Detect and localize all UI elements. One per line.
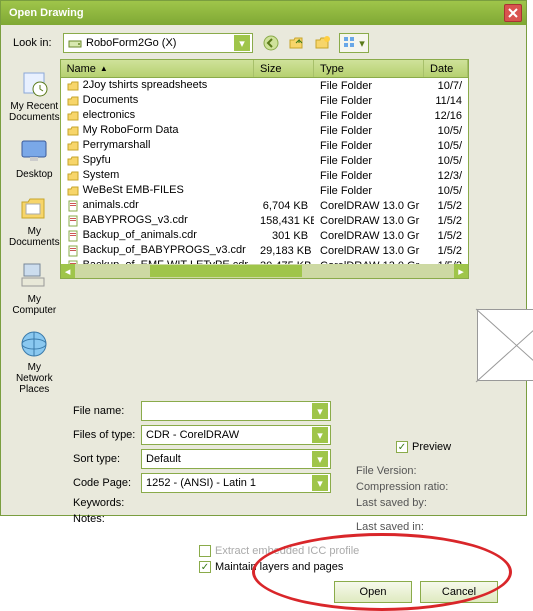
- codepage-combo[interactable]: 1252 - (ANSI) - Latin 1▾: [141, 473, 331, 493]
- back-button[interactable]: [261, 33, 281, 53]
- titlebar[interactable]: Open Drawing: [1, 1, 526, 25]
- file-icon: [67, 200, 79, 212]
- lookin-label: Look in:: [9, 37, 63, 49]
- table-row[interactable]: BABYPROGS_v3.cdr158,431 KBCorelDRAW 13.0…: [61, 213, 468, 228]
- table-row[interactable]: DocumentsFile Folder11/14: [61, 93, 468, 108]
- filetype-combo[interactable]: CDR - CorelDRAW▾: [141, 425, 331, 445]
- filename-label: File name:: [73, 405, 141, 417]
- sort-combo[interactable]: Default▾: [141, 449, 331, 469]
- table-row[interactable]: electronicsFile Folder12/16: [61, 108, 468, 123]
- chevron-down-icon: ▾: [359, 37, 365, 50]
- documents-icon: [18, 192, 50, 224]
- sort-label: Sort type:: [73, 453, 141, 465]
- places-bar: My Recent Documents Desktop My Documents…: [9, 59, 60, 395]
- table-row[interactable]: PerrymarshallFile Folder10/5/: [61, 138, 468, 153]
- filetype-label: Files of type:: [73, 429, 141, 441]
- chevron-down-icon: ▾: [234, 35, 250, 51]
- compression-label: Compression ratio:: [356, 481, 518, 493]
- chevron-down-icon: ▾: [312, 451, 328, 467]
- folder-icon: [67, 80, 79, 92]
- recent-icon: [18, 67, 50, 99]
- table-row[interactable]: SystemFile Folder12/3/: [61, 168, 468, 183]
- fileversion-label: File Version:: [356, 465, 518, 477]
- open-button[interactable]: Open: [334, 581, 412, 603]
- column-headers[interactable]: Name▲ Size Type Date: [61, 60, 468, 78]
- col-name[interactable]: Name▲: [61, 60, 254, 77]
- open-drawing-dialog: Open Drawing Look in: RoboForm2Go (X) ▾: [0, 0, 527, 516]
- lookin-value: RoboForm2Go (X): [86, 37, 234, 49]
- table-row[interactable]: Backup_of_BABYPROGS_v3.cdr29,183 KBCorel…: [61, 243, 468, 258]
- folder-up-icon: [289, 35, 305, 51]
- folder-icon: [67, 110, 79, 122]
- notes-label: Notes:: [73, 513, 141, 525]
- preview-label: Preview: [412, 441, 451, 453]
- drive-icon: [68, 36, 82, 50]
- up-button[interactable]: [287, 33, 307, 53]
- preview-pane: [477, 309, 533, 381]
- close-button[interactable]: [504, 4, 522, 22]
- place-mydocs[interactable]: My Documents: [9, 192, 60, 248]
- maintain-layers-label: Maintain layers and pages: [215, 561, 343, 573]
- place-desktop[interactable]: Desktop: [16, 135, 53, 180]
- network-icon: [18, 328, 50, 360]
- lookin-combo[interactable]: RoboForm2Go (X) ▾: [63, 33, 253, 53]
- file-list[interactable]: Name▲ Size Type Date 2Joy tshirts spread…: [60, 59, 469, 279]
- cancel-button[interactable]: Cancel: [420, 581, 498, 603]
- folder-icon: [67, 155, 79, 167]
- col-date[interactable]: Date: [424, 60, 468, 77]
- chevron-down-icon: ▾: [312, 403, 328, 419]
- scroll-thumb[interactable]: [150, 265, 302, 277]
- table-row[interactable]: Backup_of_animals.cdr301 KBCorelDRAW 13.…: [61, 228, 468, 243]
- preview-checkbox[interactable]: ✓: [396, 441, 408, 453]
- table-row[interactable]: WeBeSt EMB-FILESFile Folder10/5/: [61, 183, 468, 198]
- file-icon: [67, 215, 79, 227]
- table-row[interactable]: animals.cdr6,704 KBCorelDRAW 13.0 Gr1/5/…: [61, 198, 468, 213]
- chevron-down-icon: ▾: [312, 475, 328, 491]
- folder-icon: [67, 125, 79, 137]
- codepage-label: Code Page:: [73, 477, 141, 489]
- col-type[interactable]: Type: [314, 60, 424, 77]
- table-row[interactable]: My RoboForm DataFile Folder10/5/: [61, 123, 468, 138]
- lastsavedin-label: Last saved in:: [356, 521, 518, 533]
- view-menu-button[interactable]: ▾: [339, 33, 369, 53]
- folder-icon: [67, 140, 79, 152]
- col-size[interactable]: Size: [254, 60, 314, 77]
- h-scrollbar[interactable]: ◂ ▸: [61, 264, 468, 278]
- view-icon: [343, 36, 357, 50]
- folder-icon: [67, 95, 79, 107]
- table-row[interactable]: SpyfuFile Folder10/5/: [61, 153, 468, 168]
- keywords-label: Keywords:: [73, 497, 141, 509]
- extract-icc-label: Extract embedded ICC profile: [215, 545, 359, 557]
- back-icon: [263, 35, 279, 51]
- lastsavedby-label: Last saved by:: [356, 497, 518, 509]
- scroll-right-icon[interactable]: ▸: [454, 264, 468, 278]
- chevron-down-icon: ▾: [312, 427, 328, 443]
- place-network[interactable]: My Network Places: [9, 328, 60, 395]
- close-icon: [508, 8, 518, 18]
- place-mycomputer[interactable]: My Computer: [9, 260, 60, 316]
- sort-asc-icon: ▲: [100, 64, 108, 73]
- table-row[interactable]: 2Joy tshirts spreadsheetsFile Folder10/7…: [61, 78, 468, 93]
- new-folder-icon: [315, 35, 331, 51]
- place-recent[interactable]: My Recent Documents: [9, 67, 60, 123]
- filename-input[interactable]: ▾: [141, 401, 331, 421]
- computer-icon: [18, 260, 50, 292]
- window-title: Open Drawing: [9, 7, 84, 19]
- scroll-left-icon[interactable]: ◂: [61, 264, 75, 278]
- file-icon: [67, 245, 79, 257]
- extract-icc-checkbox: [199, 545, 211, 557]
- file-icon: [67, 230, 79, 242]
- new-folder-button[interactable]: [313, 33, 333, 53]
- maintain-layers-checkbox[interactable]: ✓: [199, 561, 211, 573]
- desktop-icon: [18, 135, 50, 167]
- folder-icon: [67, 185, 79, 197]
- folder-icon: [67, 170, 79, 182]
